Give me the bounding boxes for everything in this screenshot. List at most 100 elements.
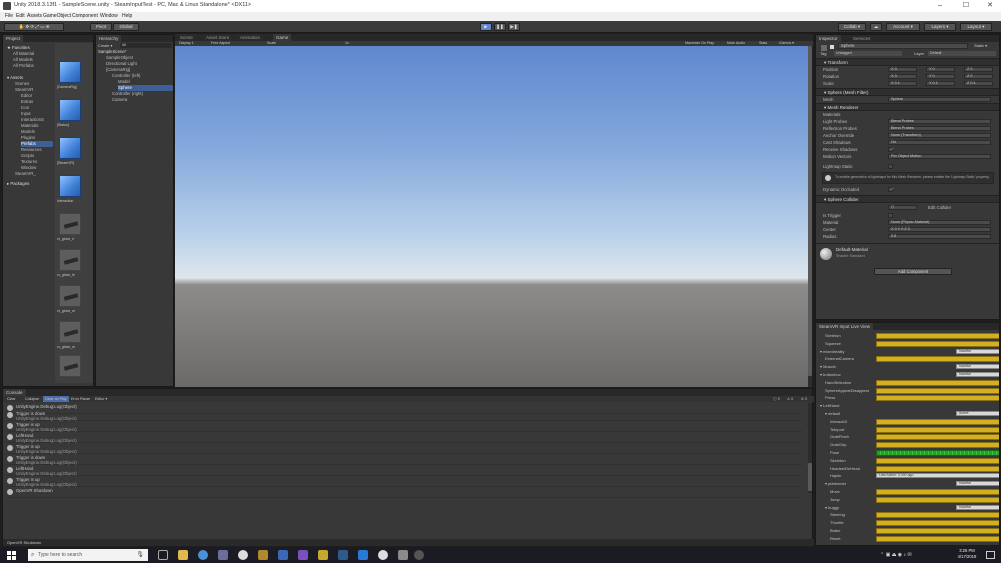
layer-dropdown[interactable]: Default [928,51,996,56]
app-icon[interactable] [414,550,424,560]
folder-item[interactable]: SteamVR_ [15,171,53,177]
prefab-cube-icon[interactable] [59,61,81,83]
tab-scene[interactable]: Scene [177,34,196,41]
maximize-button[interactable]: ☐ [954,1,978,11]
add-component-button[interactable]: Add Component [874,268,952,275]
taskbar-clock[interactable]: 3:25 PM 4/17/2019 [952,548,982,560]
steamvr-action-label[interactable]: Teleport [830,427,844,432]
menu-component[interactable]: Component [72,13,98,19]
scale-x[interactable]: X 0.1 [888,81,917,86]
editor-dropdown[interactable]: Editor ▾ [95,396,107,402]
console-entry[interactable]: Trigger is down UnityEngine.Debug:Log(Obj… [6,454,802,465]
rotation-x[interactable]: X 0 [888,74,917,79]
tab-inspector[interactable]: Inspector [816,35,841,42]
steamvr-action-label[interactable]: ▾ Muscle [820,364,836,369]
edit-collider-button[interactable]: ⬡ [888,205,917,210]
menu-gameobject[interactable]: GameObject [43,13,71,19]
game-viewport[interactable] [175,46,811,387]
hierarchy-item[interactable]: Camera [112,97,173,103]
sphere-collider-header[interactable]: ▾ Sphere Collider [816,195,999,203]
app-icon[interactable] [398,550,408,560]
collapse-toggle[interactable]: Collapse [25,396,39,402]
receive-shadows-checkbox[interactable]: ✓ [888,147,894,152]
console-entry[interactable]: OpenVR Shutdown [6,487,802,498]
clear-button[interactable]: Clear [7,396,16,402]
hierarchy-search-input[interactable]: All [120,43,172,48]
materials-row[interactable]: Materials [818,111,997,118]
steamvr-action-label[interactable]: Squeeze [825,341,841,346]
app-icon[interactable] [258,550,268,560]
position-y[interactable]: Y 0 [926,67,955,72]
material-shader[interactable]: Shader Standard [836,254,865,258]
account-dropdown[interactable]: Account ▾ [886,23,920,31]
object-name-input[interactable]: Sphere [838,43,968,49]
app-icon[interactable] [378,550,388,560]
steamvr-action-label[interactable]: ▾ default [825,411,840,416]
mesh-filter-header[interactable]: ▾ Sphere (Mesh Filter) [816,88,999,96]
collab-dropdown[interactable]: Collab ▾ [838,23,866,31]
reflection-probes-dropdown[interactable]: Blend Probes [888,126,991,131]
windows-start-icon[interactable] [7,551,16,560]
menu-help[interactable]: Help [122,13,132,19]
tab-project[interactable]: Project [3,35,24,42]
is-trigger-checkbox[interactable] [888,213,893,218]
prefab-cube-icon[interactable] [59,175,81,197]
steamvr-action-label[interactable]: ▾ buggy [825,505,839,510]
console-entry[interactable]: LeftHand UnityEngine.Debug:Log(Object) [6,432,802,443]
steamvr-action-label[interactable]: Reset [830,536,840,541]
active-checkbox[interactable] [830,45,834,49]
cloud-icon[interactable]: ☁ [870,23,882,31]
console-scrollbar[interactable] [808,403,812,493]
warning-count[interactable]: ⚠ 0 [787,396,793,402]
console-entry[interactable]: Trigger is up UnityEngine.Debug:Log(Objec… [6,476,802,487]
steamvr-action-label[interactable]: Brake [830,528,840,533]
steamvr-action-label[interactable]: Move [830,489,840,494]
tab-asset-store[interactable]: Asset Store [203,34,233,41]
pivot-toggle[interactable]: Pivot [90,23,112,31]
lightmap-static-checkbox[interactable] [888,164,893,169]
steamvr-action-label[interactable]: ▾ LeftHand [820,403,839,408]
play-button[interactable]: ▶ [480,23,492,31]
tray-icons[interactable]: ⌃ ▣ ⏏ ◉ ♪ ✉ [880,552,912,558]
game-scrollbar-thumb[interactable] [808,46,812,376]
steamvr-action-label[interactable]: Skeleton [825,333,841,338]
glove-model-thumbnail[interactable] [59,321,81,343]
menu-window[interactable]: Window [100,13,118,19]
tab-steamvr-input[interactable]: SteamVR Input Live View [816,323,873,330]
visual-studio-icon[interactable] [298,550,308,560]
tab-services[interactable]: Services [850,35,874,42]
physic-material-field[interactable]: None (Physic Material) [888,220,991,225]
radius-field[interactable]: 0.5 [888,234,991,239]
step-button[interactable]: ▶❚ [508,23,520,31]
scale-y[interactable]: Y 0.1 [926,81,955,86]
position-x[interactable]: X 0 [888,67,917,72]
game-scrollbar[interactable] [808,46,812,387]
console-scrollbar-thumb[interactable] [808,463,812,491]
packages-header[interactable]: ▸ Packages [7,181,53,187]
pause-button[interactable]: ❚❚ [494,23,506,31]
position-z[interactable]: Z 0 [964,67,993,72]
steamvr-action-label[interactable]: InteractUI [830,419,847,424]
dynamic-occluded-checkbox[interactable]: ✓ [888,187,894,192]
close-button[interactable]: ✕ [978,1,1001,11]
steamvr-action-label[interactable]: Throttle [830,520,844,525]
menu-file[interactable]: File [5,13,13,19]
steamvr-action-label[interactable]: Press [825,395,835,400]
tab-game[interactable]: Game [273,34,292,41]
menu-assets[interactable]: Assets [27,13,42,19]
console-entry[interactable]: Trigger is down UnityEngine.Debug:Log(Obj… [6,410,802,421]
file-explorer-icon[interactable] [178,550,188,560]
rotation-z[interactable]: Z 0 [964,74,993,79]
transform-header[interactable]: ▾ Transform [816,58,999,66]
cast-shadows-dropdown[interactable]: On [888,140,991,145]
mesh-field[interactable]: Sphere [888,97,991,102]
steamvr-action-label[interactable]: GrabPinch [830,434,849,439]
app-icon[interactable] [278,550,288,560]
minimize-button[interactable]: – [928,1,952,11]
steamvr-action-label[interactable]: SphereAppearDisappear [825,388,869,393]
anchor-override-field[interactable]: None (Transform) [888,133,991,138]
steamvr-action-label[interactable]: Haptic [830,473,841,478]
chrome-icon[interactable] [238,550,248,560]
console-entry[interactable]: Trigger is up UnityEngine.Debug:Log(Objec… [6,443,802,454]
menu-edit[interactable]: Edit [16,13,25,19]
